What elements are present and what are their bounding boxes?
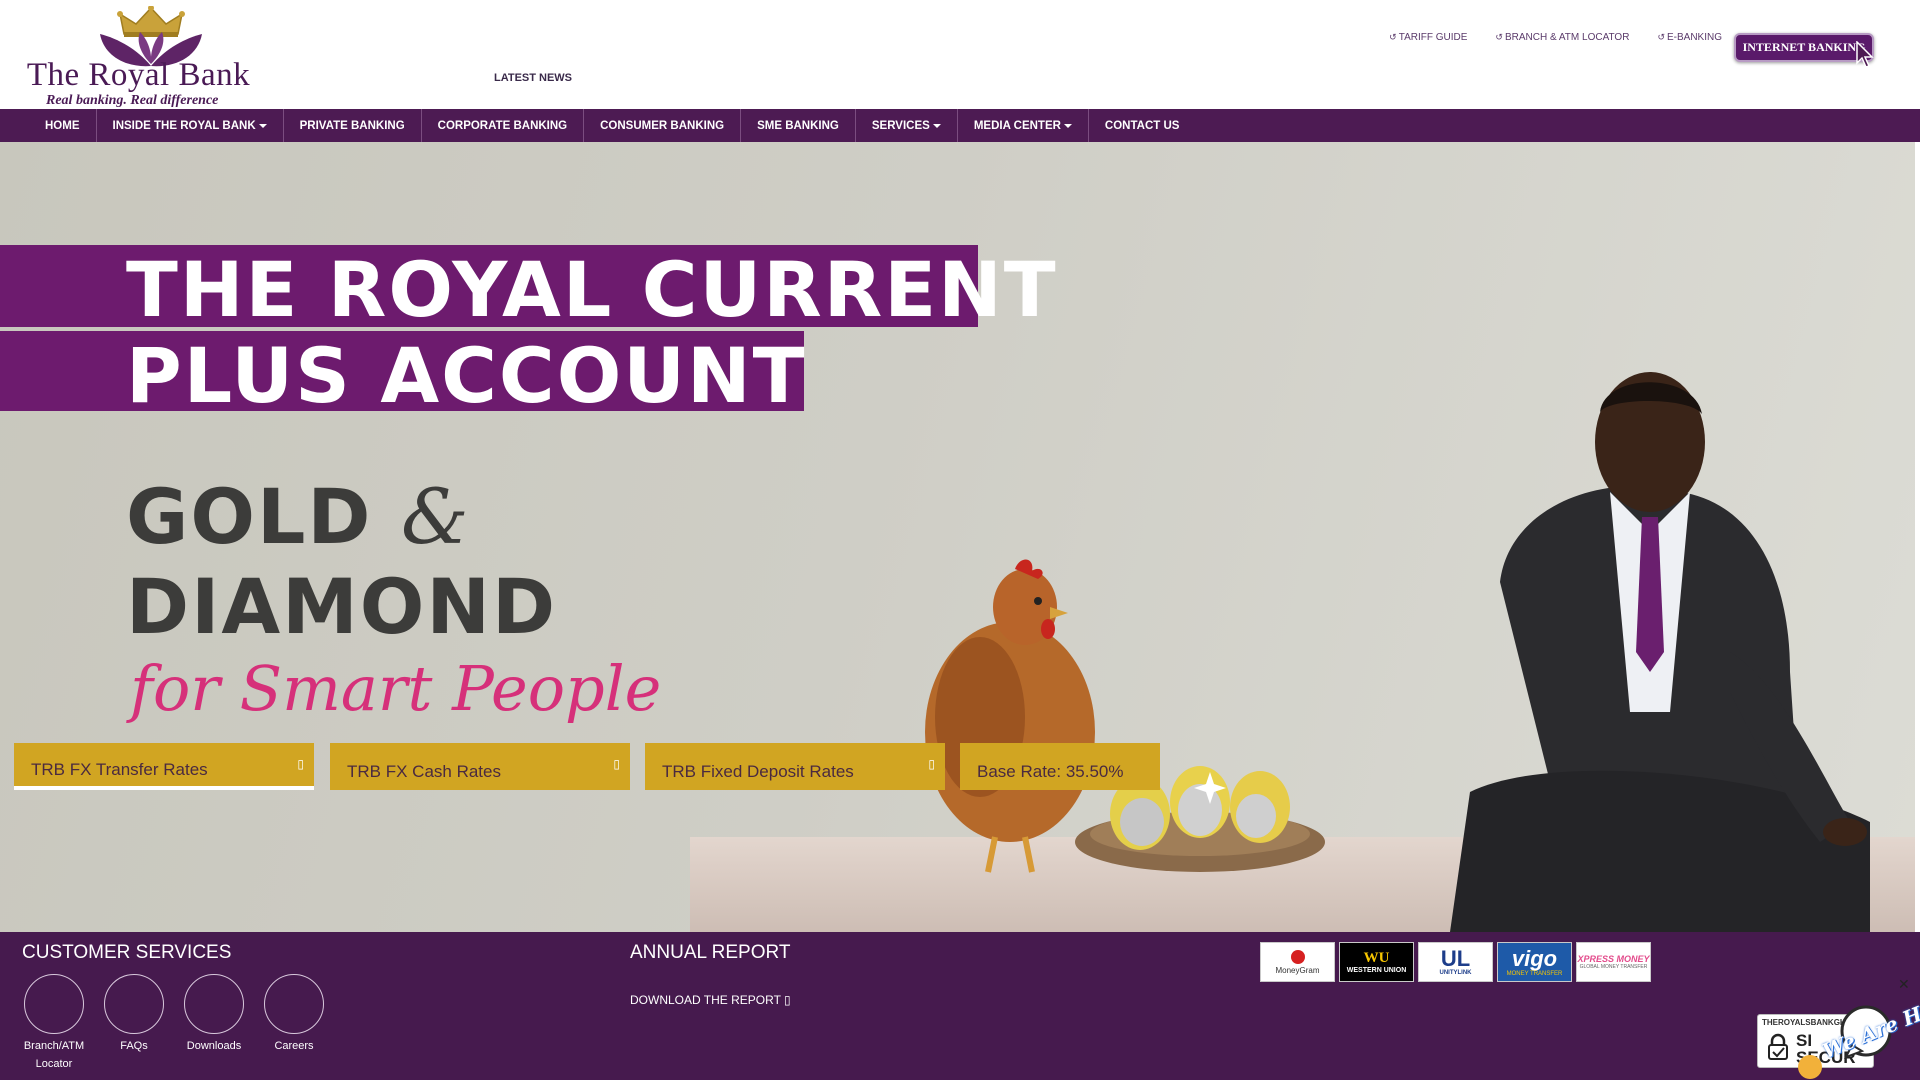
nav-services[interactable]: SERVICES [856, 109, 958, 142]
customer-services-title: CUSTOMER SERVICES [22, 942, 232, 963]
mouse-cursor-icon [1856, 41, 1874, 68]
download-report-link[interactable]: DOWNLOAD THE REPORT ▯ [630, 993, 791, 1007]
western-union-logo[interactable]: WU WESTERN UNION [1339, 942, 1414, 982]
partner-name: vigo [1511, 946, 1558, 971]
partner-name: UL [1440, 946, 1471, 971]
nav-label: SME BANKING [757, 119, 839, 132]
hero-gold-text: GOLD & [126, 472, 471, 561]
partner-sub: UNITYLINK [1439, 970, 1472, 976]
cs-label: Branch/ATM Locator [23, 1040, 85, 1070]
partner-name: MoneyGram [1275, 965, 1320, 975]
caret-down-icon [1063, 123, 1072, 128]
cs-label: FAQs [120, 1040, 148, 1052]
nav-inside-the-royal-bank[interactable]: INSIDE THE ROYAL BANK [97, 109, 284, 142]
partner-logos: MoneyGram WU WESTERN UNION UL UNITYLINK … [1260, 942, 1651, 982]
annual-report-title: ANNUAL REPORT [630, 942, 791, 963]
hero-tagline: for Smart People [130, 652, 662, 725]
partner-name: WU [1363, 950, 1390, 966]
tariff-guide-link[interactable]: ↺ TARIFF GUIDE [1389, 32, 1467, 43]
expand-icon: ▯ [297, 757, 304, 771]
nav-label: SERVICES [871, 119, 930, 132]
partner-sub: WESTERN UNION [1346, 967, 1407, 974]
link-arrow-icon: ↺ [1657, 32, 1665, 42]
partner-name: XPRESS MONEY [1577, 954, 1650, 964]
nav-label: INSIDE THE ROYAL BANK [112, 119, 256, 132]
caret-down-icon [258, 123, 267, 128]
careers-icon [264, 974, 324, 1034]
ampersand: & [400, 472, 471, 561]
tab-fx-cash-rates[interactable]: TRB FX Cash Rates ▯ [330, 743, 630, 790]
moneygram-logo[interactable]: MoneyGram [1260, 942, 1335, 982]
footer-band: CUSTOMER SERVICES Branch/ATM Locator FAQ… [0, 932, 1920, 1080]
nav-consumer-banking[interactable]: CONSUMER BANKING [584, 109, 742, 142]
expand-icon: ▯ [928, 757, 935, 771]
cs-downloads[interactable]: Downloads [174, 974, 254, 1055]
smiling-man-illustration [1450, 372, 1870, 932]
hero-diamond-text: DIAMOND [126, 562, 558, 651]
download-icon [184, 974, 244, 1034]
cs-faqs[interactable]: FAQs [94, 974, 174, 1055]
tab-label: TRB Fixed Deposit Rates [662, 761, 854, 781]
nav-private-banking[interactable]: PRIVATE BANKING [284, 109, 422, 142]
cs-branch-atm-locator[interactable]: Branch/ATM Locator [14, 974, 94, 1073]
logo-tagline: Real banking. Real difference [46, 93, 219, 108]
nav-label: CONSUMER BANKING [600, 119, 725, 132]
lock-icon [1768, 1033, 1788, 1060]
top-link-label: BRANCH & ATM LOCATOR [1504, 32, 1630, 43]
cs-label: Downloads [186, 1040, 242, 1052]
tab-label: TRB FX Transfer Rates [31, 759, 208, 779]
cs-label: Careers [274, 1040, 314, 1052]
branch-locator-icon [24, 974, 84, 1034]
branch-atm-locator-link[interactable]: ↺ BRANCH & ATM LOCATOR [1495, 32, 1629, 43]
cs-careers[interactable]: Careers [254, 974, 334, 1055]
tab-fx-transfer-rates[interactable]: TRB FX Transfer Rates ▯ [14, 743, 314, 790]
link-arrow-icon: ↺ [1389, 32, 1397, 42]
hero-edge [1915, 142, 1918, 932]
nav-media-center[interactable]: MEDIA CENTER [958, 109, 1089, 142]
top-link-label: E-BANKING [1666, 32, 1722, 43]
tab-fixed-deposit-rates[interactable]: TRB Fixed Deposit Rates ▯ [645, 743, 945, 790]
hero-headline-line1: THE ROYAL CURRENT [126, 245, 1058, 334]
faq-icon [104, 974, 164, 1034]
nav-home[interactable]: HOME [0, 109, 97, 142]
caret-down-icon [932, 123, 941, 128]
partner-sub: MONEY TRANSFER [1506, 971, 1563, 977]
nav-contact-us[interactable]: CONTACT US [1089, 109, 1196, 142]
e-banking-link[interactable]: ↺ E-BANKING [1657, 32, 1722, 43]
nav-label: PRIVATE BANKING [299, 119, 405, 132]
top-link-label: TARIFF GUIDE [1398, 32, 1468, 43]
nav-sme-banking[interactable]: SME BANKING [741, 109, 856, 142]
internet-banking-button[interactable]: INTERNET BANKING [1734, 33, 1874, 62]
moneygram-icon [1290, 949, 1305, 964]
main-nav: HOME INSIDE THE ROYAL BANK PRIVATE BANKI… [0, 109, 1920, 142]
tab-label: Base Rate: 35.50% [977, 761, 1124, 781]
hero-headline-line2: PLUS ACCOUNT [126, 331, 807, 420]
top-links: ↺ TARIFF GUIDE ↺ BRANCH & ATM LOCATOR ↺ … [1389, 32, 1722, 43]
tab-base-rate[interactable]: Base Rate: 35.50% [960, 743, 1160, 790]
logo-wordmark: The Royal Bank [26, 57, 251, 93]
link-arrow-icon: ↺ [1495, 32, 1503, 42]
site-header: The Royal Bank Real banking. Real differ… [0, 0, 1920, 109]
nav-label: CONTACT US [1104, 119, 1180, 132]
nav-label: CORPORATE BANKING [437, 119, 568, 132]
bank-logo[interactable]: The Royal Bank Real banking. Real differ… [16, 6, 261, 108]
latest-news-label: LATEST NEWS [494, 72, 573, 84]
vigo-logo[interactable]: vigo MONEY TRANSFER [1497, 942, 1572, 982]
nav-label: MEDIA CENTER [973, 119, 1061, 132]
nav-label: HOME [45, 119, 80, 132]
close-icon[interactable]: ✕ [1898, 976, 1910, 993]
expand-icon: ▯ [613, 757, 620, 771]
gold-word: GOLD [126, 472, 373, 561]
hero-banner[interactable]: THE ROYAL CURRENT PLUS ACCOUNT GOLD & DI… [0, 142, 1918, 932]
nav-corporate-banking[interactable]: CORPORATE BANKING [422, 109, 585, 142]
xpress-money-logo[interactable]: XPRESS MONEY GLOBAL MONEY TRANSFER [1576, 942, 1651, 982]
partner-sub: GLOBAL MONEY TRANSFER [1579, 964, 1648, 970]
unitylink-logo[interactable]: UL UNITYLINK [1418, 942, 1493, 982]
tab-label: TRB FX Cash Rates [347, 761, 501, 781]
